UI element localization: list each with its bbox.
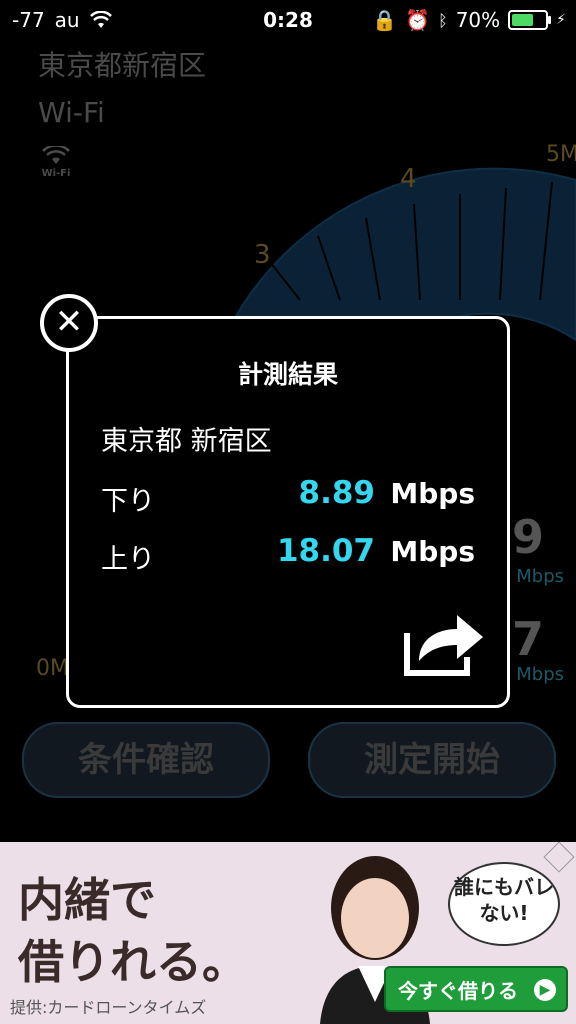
upload-label: 上り xyxy=(101,544,155,575)
ad-banner[interactable]: 内緒で 借りれる。 提供:カードローンタイムズ 誰にもバレない! 今すぐ借りる … xyxy=(0,842,576,1024)
ad-info-icon[interactable] xyxy=(543,842,575,873)
conditions-button[interactable]: 条件確認 xyxy=(22,722,270,798)
download-value: 8.89 xyxy=(298,475,376,511)
play-icon: ▶ xyxy=(534,979,556,1001)
ad-headline-1: 内緒で xyxy=(18,873,156,927)
ad-cta-button[interactable]: 今すぐ借りる ▶ xyxy=(384,966,568,1012)
close-dialog-button[interactable]: ✕ xyxy=(40,294,98,352)
start-measurement-button[interactable]: 測定開始 xyxy=(308,722,556,798)
background-upload-unit: Mbps xyxy=(516,664,564,685)
download-label: 下り xyxy=(101,486,155,517)
result-dialog: 計測結果 東京都 新宿区 下り 8.89 Mbps 上り 18.07 Mbps xyxy=(66,316,510,708)
ad-speech-bubble: 誰にもバレない! xyxy=(448,862,560,946)
gauge-tick-4: 4 xyxy=(400,164,417,194)
download-unit: Mbps xyxy=(390,477,475,510)
gauge-tick-0: 0M xyxy=(36,656,69,681)
ad-provider: 提供:カードローンタイムズ xyxy=(10,998,207,1017)
background-upload-speed: 7 xyxy=(511,612,544,666)
download-row: 下り 8.89 Mbps xyxy=(101,475,475,517)
upload-value: 18.07 xyxy=(276,533,375,569)
upload-unit: Mbps xyxy=(390,535,475,568)
dialog-title: 計測結果 xyxy=(237,360,338,389)
share-icon[interactable] xyxy=(403,607,487,677)
result-location: 東京都 新宿区 xyxy=(101,426,272,457)
ad-headline-2: 借りれる。 xyxy=(18,935,248,989)
upload-row: 上り 18.07 Mbps xyxy=(101,533,475,575)
ad-cta-label: 今すぐ借りる xyxy=(398,979,518,1003)
background-download-speed: 9 xyxy=(511,510,544,564)
gauge-tick-5: 5M xyxy=(546,142,576,167)
gauge-tick-3: 3 xyxy=(254,240,271,270)
background-download-unit: Mbps xyxy=(516,566,564,587)
